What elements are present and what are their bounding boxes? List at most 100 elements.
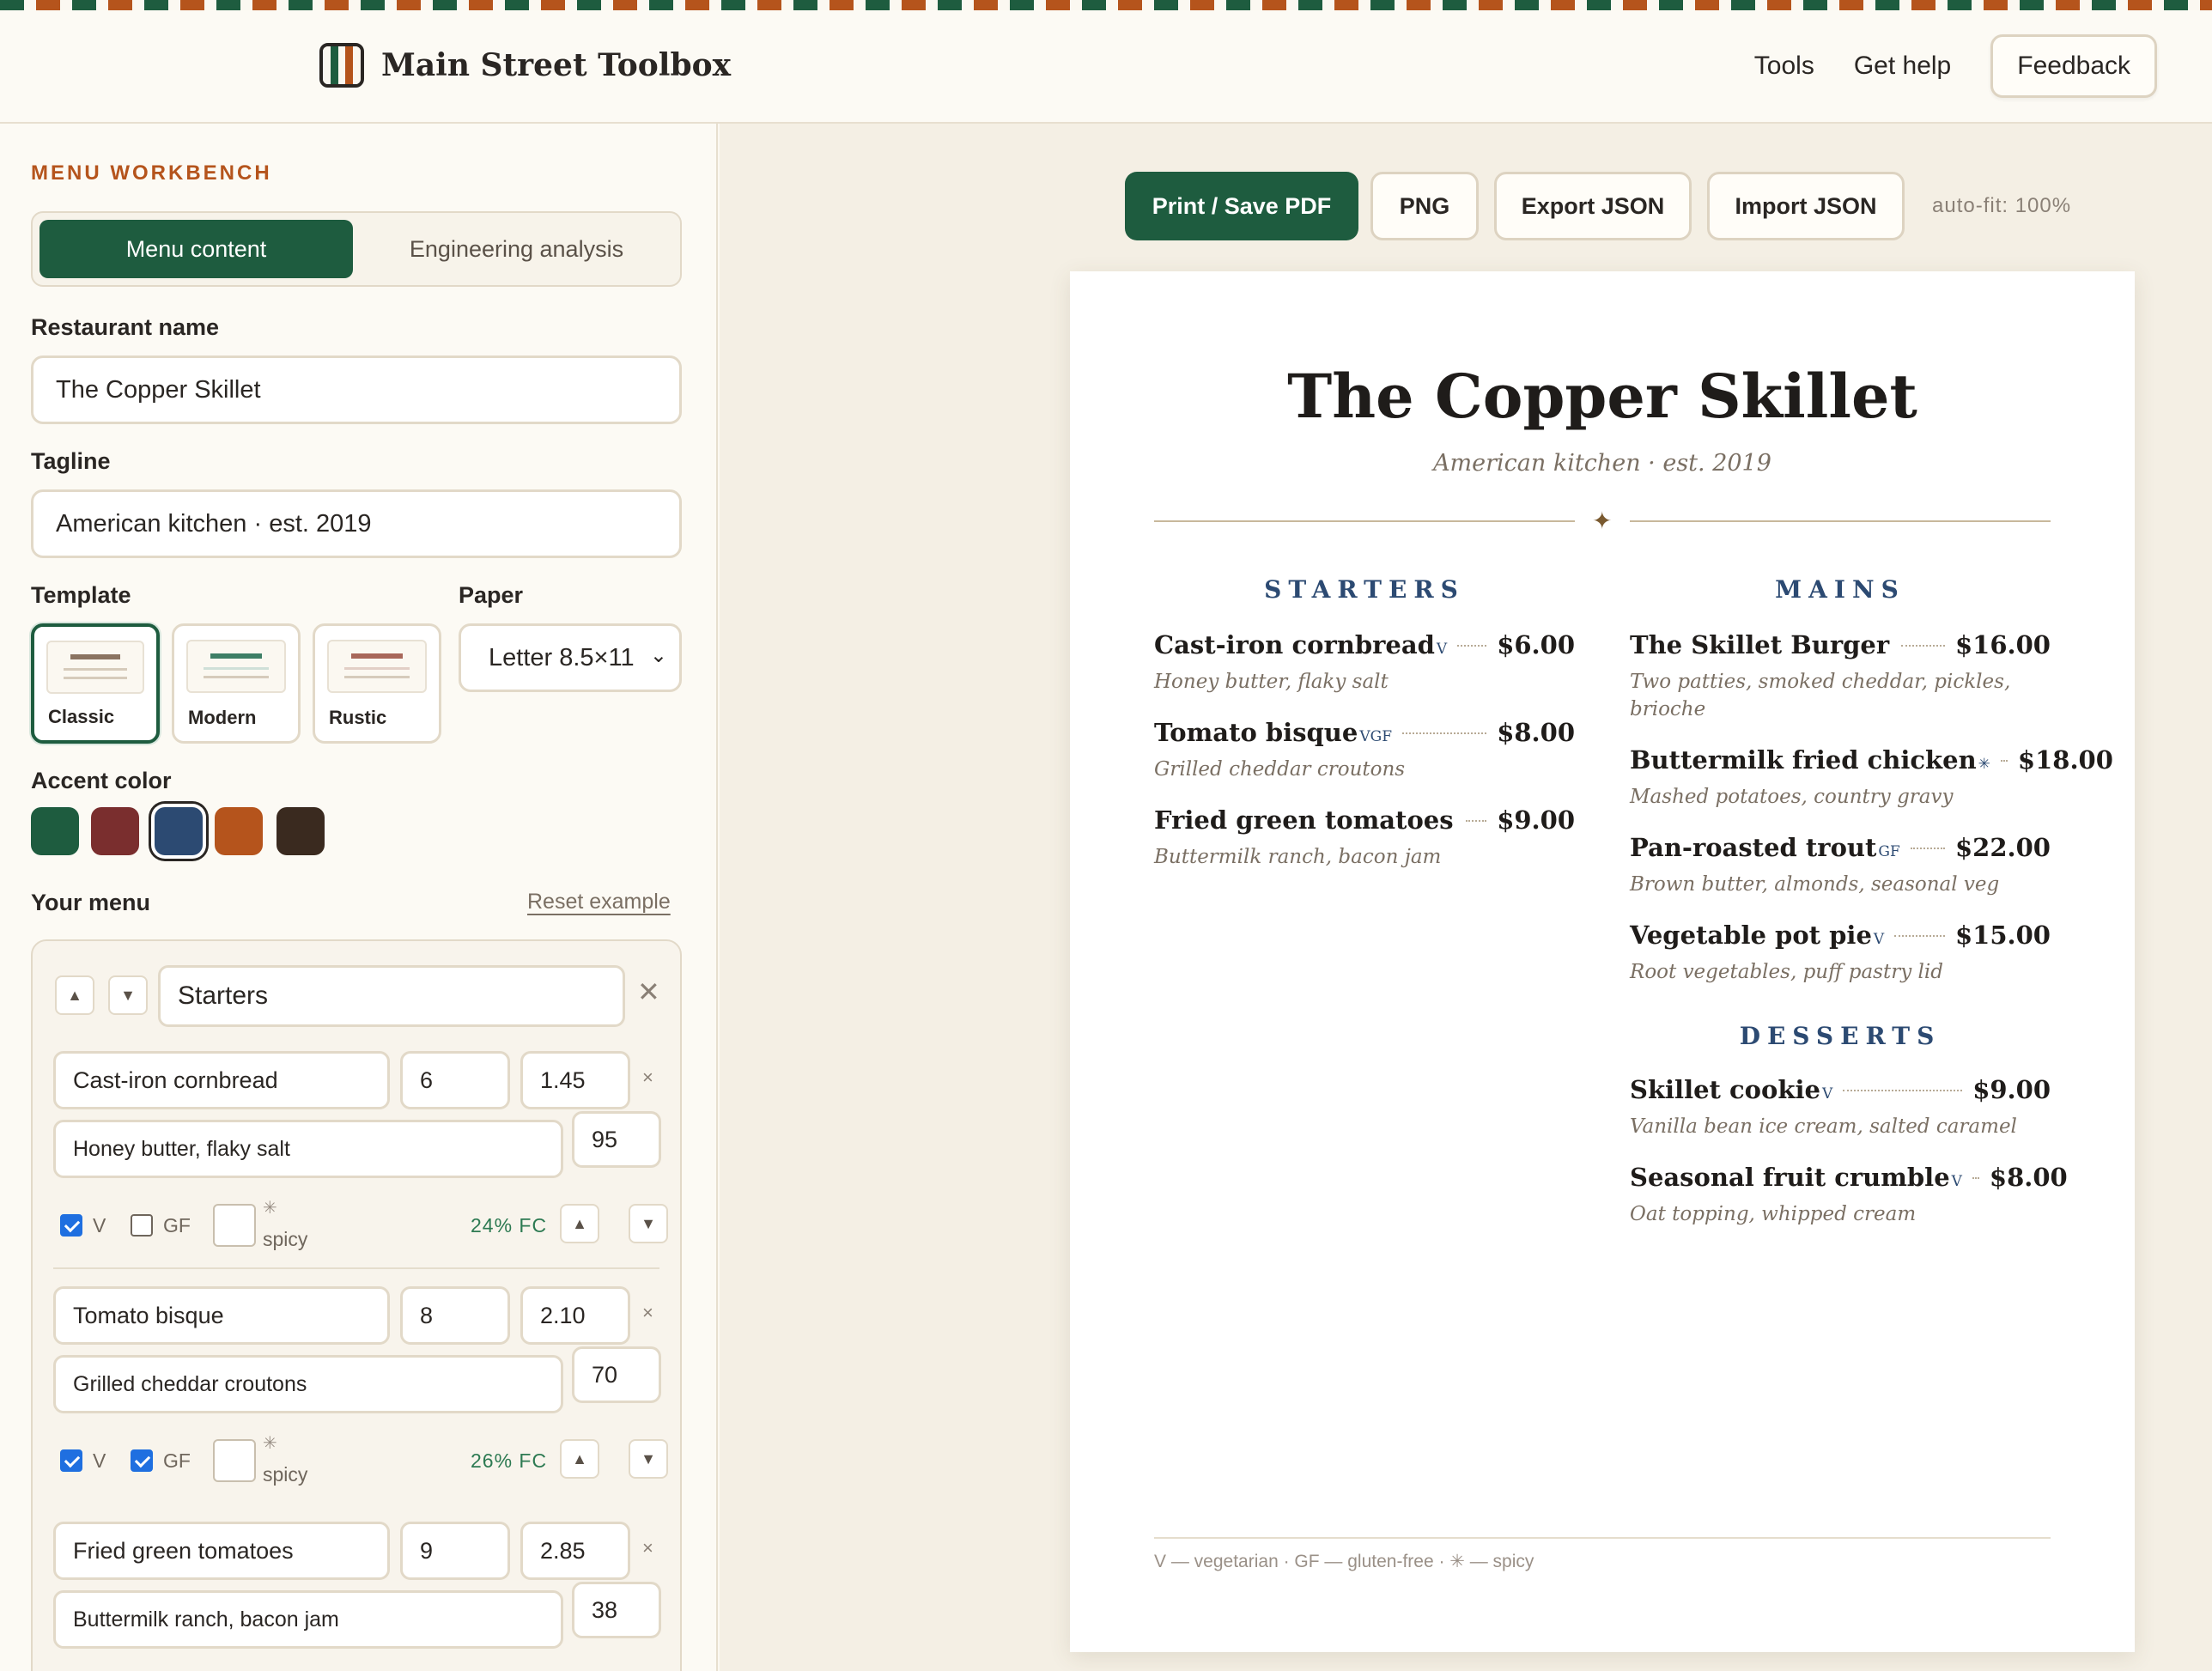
template-classic[interactable]: Classic [31,623,160,744]
menu-item-tags: ✳ [1978,756,1990,773]
menu-item-name: Vegetable pot pie [1630,921,1872,950]
item-name-input[interactable]: Fried green tomatoes [53,1522,390,1580]
menu-item-price: $15.00 [1955,921,2051,950]
menu-item-name: Pan-roasted trout [1630,833,1877,862]
section-move-up-button[interactable]: ▲ [55,975,94,1015]
nav-tools[interactable]: Tools [1754,52,1814,81]
tagline-label: Tagline [31,448,111,474]
menu-item-name: The Skillet Burger [1630,630,1890,659]
item-name-input[interactable]: Tomato bisque [53,1286,390,1345]
autofit-status: auto-fit: 100% [1932,194,2072,217]
tab-engineering-analysis[interactable]: Engineering analysis [360,220,673,278]
item-description-input[interactable]: Buttermilk ranch, bacon jam [53,1590,563,1649]
template-modern[interactable]: Modern [172,623,301,744]
accent-swatch-brown[interactable] [276,807,325,855]
menu-item-desc: Root vegetables, puff pastry lid [1630,961,1943,983]
template-modern-label: Modern [188,707,257,728]
accent-color-label: Accent color [31,768,172,793]
reset-example-link[interactable]: Reset example [527,890,671,914]
remove-item-icon[interactable]: × [642,1066,653,1089]
menu-item-desc: Two patties, smoked cheddar, pickles, br… [1630,671,2011,720]
nav-get-help[interactable]: Get help [1854,52,1951,81]
item-v-checkbox[interactable] [60,1449,82,1472]
item-spicy-label: spicy [263,1463,308,1486]
remove-item-icon[interactable]: × [642,1537,653,1559]
spicy-icon: ✳ [263,1434,277,1453]
section-heading-desserts: DESSERTS [1739,1022,1942,1050]
template-rustic[interactable]: Rustic [313,623,441,744]
menu-item-tags: GF [1878,843,1900,860]
print-save-pdf-button[interactable]: Print / Save PDF [1125,172,1358,240]
item-quantity-input[interactable]: 70 [572,1346,661,1403]
template-modern-preview [186,640,286,693]
remove-section-icon[interactable]: ✕ [637,975,660,1008]
menu-item-tags: V [1873,931,1885,948]
template-rustic-label: Rustic [329,707,387,728]
divider-left [1154,520,1575,522]
item-v-label: V [93,1449,106,1472]
item-cost-input[interactable]: 1.45 [520,1051,630,1109]
menu-item-price: $8.00 [1989,1163,2068,1192]
template-label: Template [31,582,131,608]
item-description-input[interactable]: Grilled cheddar croutons [53,1355,563,1413]
item-quantity-input[interactable]: 38 [572,1582,661,1638]
menu-item: Tomato bisque VGF $8.00 Grilled cheddar cr… [1154,718,1575,783]
item-price-input[interactable]: 9 [400,1522,510,1580]
import-json-button[interactable]: Import JSON [1707,172,1905,240]
menu-item-price: $16.00 [1955,630,2051,659]
remove-item-icon[interactable]: × [642,1302,653,1324]
item-gf-label: GF [163,1214,191,1237]
menu-item-desc: Vanilla bean ice cream, salted caramel [1630,1115,2017,1138]
item-gf-checkbox[interactable] [131,1449,153,1472]
divider-right [1630,520,2051,522]
tagline-input[interactable]: American kitchen · est. 2019 [31,489,682,558]
paper-select[interactable]: Letter 8.5×11 ⌄ [459,623,682,692]
item-spicy-toggle[interactable] [213,1439,256,1482]
item-gf-checkbox[interactable] [131,1214,153,1237]
item-move-up-button[interactable]: ▲ [560,1204,599,1243]
section-move-down-button[interactable]: ▼ [108,975,148,1015]
brand[interactable]: Main Street Toolbox [319,43,731,88]
menu-title: The Copper Skillet [1287,361,1917,432]
item-cost-input[interactable]: 2.85 [520,1522,630,1580]
menu-item-price: $9.00 [1972,1075,2051,1104]
item-cost-input[interactable]: 2.10 [520,1286,630,1345]
menu-item-desc: Honey butter, flaky salt [1154,671,1389,693]
restaurant-name-input[interactable]: The Copper Skillet [31,355,682,424]
section-name-input[interactable]: Starters [158,965,625,1027]
menu-item-price: $9.00 [1497,805,1575,835]
panel-eyebrow: MENU WORKBENCH [31,161,272,185]
item-quantity-input[interactable]: 95 [572,1111,661,1168]
section-card: ▲ ▼ Starters ✕ Cast-iron cornbread 6 1.4… [31,939,682,1671]
item-move-down-button[interactable]: ▼ [629,1204,668,1243]
section-heading-mains: MAINS [1775,575,1905,604]
item-description-input[interactable]: Honey butter, flaky salt [53,1120,563,1178]
export-json-button[interactable]: Export JSON [1494,172,1692,240]
menu-item-price: $22.00 [1955,833,2051,862]
menu-item-desc: Brown butter, almonds, seasonal veg [1630,873,2000,896]
item-food-cost: 24% FC [471,1214,548,1237]
spicy-icon: ✳ [263,1199,277,1218]
item-move-down-button[interactable]: ▼ [629,1439,668,1479]
accent-swatch-blue[interactable] [155,807,203,855]
item-price-input[interactable]: 8 [400,1286,510,1345]
top-nav: Tools Get help Feedback [1754,34,2157,98]
dietary-legend: V — vegetarian · GF — gluten-free · ✳ — … [1154,1552,1534,1571]
menu-sheet: The Copper Skillet American kitchen · es… [1070,271,2135,1652]
item-move-up-button[interactable]: ▲ [560,1439,599,1479]
feedback-button[interactable]: Feedback [1990,34,2157,98]
item-food-cost: 26% FC [471,1449,548,1472]
accent-swatch-red[interactable] [91,807,139,855]
item-spicy-toggle[interactable] [213,1204,256,1247]
item-price-input[interactable]: 6 [400,1051,510,1109]
item-divider [53,1267,659,1269]
item-v-checkbox[interactable] [60,1214,82,1237]
menu-item: Seasonal fruit crumble V $8.00 Oat topping… [1630,1163,2068,1228]
item-name-input[interactable]: Cast-iron cornbread [53,1051,390,1109]
accent-swatch-green[interactable] [31,807,79,855]
png-button[interactable]: PNG [1370,172,1479,240]
tab-menu-content[interactable]: Menu content [40,220,353,278]
menu-item-tags: V [1821,1085,1833,1103]
accent-swatch-orange[interactable] [215,807,263,855]
menu-item-name: Cast-iron cornbread [1154,630,1435,659]
